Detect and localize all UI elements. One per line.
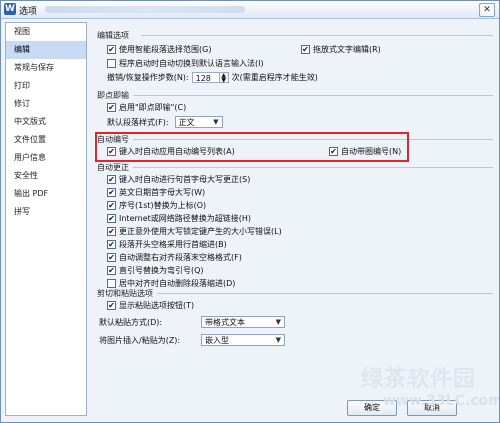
watermark-url: www.33LC.com [383, 393, 500, 409]
ime-default-option[interactable]: 程序启动时自动切换到默认语言输入法(I) [107, 58, 264, 69]
default-paste-label: 默认粘贴方式(D): [99, 317, 163, 327]
sidebar-item-user-info[interactable]: 用户信息 [6, 149, 86, 167]
red-highlight-box [95, 132, 409, 162]
autocorrect-item[interactable]: ✔ 直引号替换为弯引号(Q) [107, 265, 204, 276]
section-header-autocorrect: 自动更正 [97, 163, 129, 172]
autocorrect-label: Internet或网络路径替换为超链接(H) [119, 214, 252, 223]
close-icon: ✕ [483, 5, 491, 15]
default-paste-row: 默认粘贴方式(D): 带格式文本 ▼ [99, 316, 285, 328]
checkbox-checked-icon[interactable]: ✔ [107, 266, 116, 275]
smart-select-option[interactable]: ✔ 使用智能段落选择范围(G) [107, 44, 211, 55]
checkbox-checked-icon[interactable]: ✔ [107, 175, 116, 184]
dialog-title: 选项 [19, 7, 38, 17]
default-style-label: 默认段落样式(F): [107, 117, 169, 127]
sidebar-item-print[interactable]: 打印 [6, 77, 86, 95]
undo-steps-label: 撤销/恢复操作步数(N): [107, 73, 189, 82]
checkbox-checked-icon[interactable]: ✔ [107, 45, 116, 54]
autocorrect-label: 自动调整右对齐段落末空格格式(F) [119, 253, 242, 262]
checkbox-checked-icon[interactable]: ✔ [107, 214, 116, 223]
options-dialog: W 选项 ✕ 视图 编辑 常规与保存 打印 修订 中文版式 文件位置 用户信息 … [0, 0, 500, 423]
show-paste-button-option[interactable]: ✔ 显示粘贴选项按钮(T) [107, 300, 194, 311]
image-insert-row: 将图片插入/粘贴为(Z): 嵌入型 ▼ [99, 334, 285, 346]
sidebar-item-spelling[interactable]: 拼写 [6, 203, 86, 221]
default-paste-select[interactable]: 带格式文本 ▼ [201, 316, 285, 328]
image-insert-select[interactable]: 嵌入型 ▼ [201, 334, 285, 346]
section-header-editing: 编辑选项 [97, 31, 129, 40]
undo-steps-row: 撤销/恢复操作步数(N): 128 ▲ ▼ 次(需重启程序才能生效) [107, 72, 318, 84]
checkbox-checked-icon[interactable]: ✔ [107, 253, 116, 262]
autocorrect-label: 直引号替换为弯引号(Q) [119, 266, 204, 275]
section-header-clipboard: 剪切和粘贴选项 [97, 289, 153, 298]
default-paste-value: 带格式文本 [205, 317, 245, 327]
sidebar-item-security[interactable]: 安全性 [6, 167, 86, 185]
undo-steps-note: 次(需重启程序才能生效) [231, 73, 318, 82]
default-style-value: 正文 [178, 117, 195, 127]
sidebar-item-view[interactable]: 视图 [6, 23, 86, 41]
undo-steps-spinner[interactable]: 128 ▲ ▼ [191, 72, 229, 84]
show-paste-button-label: 显示粘贴选项按钮(T) [119, 301, 195, 310]
checkbox-unchecked-icon[interactable] [107, 279, 116, 288]
checkbox-checked-icon[interactable]: ✔ [301, 45, 310, 54]
drag-drop-option[interactable]: ✔ 拖放式文字编辑(R) [301, 44, 381, 55]
autocorrect-label: 段落开头空格采用行首缩进(B) [119, 240, 227, 249]
checkbox-checked-icon[interactable]: ✔ [107, 103, 116, 112]
checkbox-unchecked-icon[interactable] [107, 59, 116, 68]
autocorrect-label: 英文日期首字母大写(W) [119, 188, 206, 197]
section-divider [157, 293, 493, 294]
dropdown-arrow-icon: ▼ [275, 318, 281, 326]
checkbox-checked-icon[interactable]: ✔ [107, 188, 116, 197]
options-category-list: 视图 编辑 常规与保存 打印 修订 中文版式 文件位置 用户信息 安全性 输出 … [5, 22, 87, 416]
default-style-row: 默认段落样式(F): 正文 ▼ [107, 116, 223, 128]
sidebar-item-file-location[interactable]: 文件位置 [6, 131, 86, 149]
autocorrect-section: 自动更正 ✔ 键入时自动进行句首字母大写更正(S) ✔ 英文日期首字母大写(W)… [97, 162, 493, 300]
autocorrect-item[interactable]: ✔ 段落开头空格采用行首缩进(B) [107, 239, 227, 250]
wps-writer-icon: W [4, 3, 16, 15]
dropdown-arrow-icon: ▼ [275, 336, 281, 344]
spinner-arrows-icon[interactable]: ▲ ▼ [219, 72, 229, 84]
click-type-section: 即点即输 ✔ 启用"即点即输"(C) 默认段落样式(F): 正文 ▼ [97, 90, 493, 130]
checkbox-checked-icon[interactable]: ✔ [107, 227, 116, 236]
section-divider [133, 95, 493, 96]
edit-options-panel: 编辑选项 ✔ 使用智能段落选择范围(G) ✔ 拖放式文字编辑(R) 程序启动时自… [89, 22, 493, 416]
autocorrect-item[interactable]: ✔ 更正意外使用大写锁定键产生的大小写错误(L) [107, 226, 282, 237]
default-style-select[interactable]: 正文 ▼ [174, 116, 223, 128]
undo-steps-value[interactable]: 128 [191, 72, 220, 83]
autocorrect-item[interactable]: ✔ Internet或网络路径替换为超链接(H) [107, 213, 251, 224]
smart-select-label: 使用智能段落选择范围(G) [119, 45, 212, 54]
image-insert-label: 将图片插入/粘贴为(Z): [99, 335, 181, 345]
blurred-title-region [45, 6, 245, 13]
sidebar-item-pdf-output[interactable]: 输出 PDF [6, 185, 86, 203]
autocorrect-label: 更正意外使用大写锁定键产生的大小写错误(L) [119, 227, 282, 236]
enable-click-type-label: 启用"即点即输"(C) [119, 103, 187, 112]
section-divider [141, 35, 493, 36]
close-button[interactable]: ✕ [479, 3, 495, 17]
section-divider [133, 167, 493, 168]
title-bar: W 选项 ✕ [1, 1, 499, 19]
autocorrect-item[interactable]: ✔ 自动调整右对齐段落末空格格式(F) [107, 252, 242, 263]
sidebar-item-general-save[interactable]: 常规与保存 [6, 59, 86, 77]
clipboard-section: 剪切和粘贴选项 ✔ 显示粘贴选项按钮(T) 默认粘贴方式(D): 带格式文本 ▼… [97, 288, 493, 358]
checkbox-checked-icon[interactable]: ✔ [107, 301, 116, 310]
sidebar-item-edit[interactable]: 编辑 [6, 41, 86, 59]
enable-click-type-option[interactable]: ✔ 启用"即点即输"(C) [107, 102, 186, 113]
dropdown-arrow-icon: ▼ [213, 118, 219, 126]
ime-default-label: 程序启动时自动切换到默认语言输入法(I) [119, 59, 264, 68]
checkbox-checked-icon[interactable]: ✔ [107, 240, 116, 249]
autocorrect-item[interactable]: ✔ 键入时自动进行句首字母大写更正(S) [107, 174, 250, 185]
autocorrect-item[interactable]: ✔ 英文日期首字母大写(W) [107, 187, 205, 198]
checkbox-checked-icon[interactable]: ✔ [107, 201, 116, 210]
autocorrect-label: 序号(1st)替换为上标(O) [119, 201, 207, 210]
drag-drop-label: 拖放式文字编辑(R) [313, 45, 381, 54]
autocorrect-item[interactable]: ✔ 序号(1st)替换为上标(O) [107, 200, 206, 211]
watermark-logo-text: 绿茶软件园 [361, 367, 477, 392]
sidebar-item-chinese-layout[interactable]: 中文版式 [6, 113, 86, 131]
image-insert-value: 嵌入型 [205, 335, 229, 345]
sidebar-item-revision[interactable]: 修订 [6, 95, 86, 113]
autocorrect-label: 键入时自动进行句首字母大写更正(S) [119, 175, 251, 184]
section-header-click-type: 即点即输 [97, 91, 129, 100]
editing-options-section: 编辑选项 ✔ 使用智能段落选择范围(G) ✔ 拖放式文字编辑(R) 程序启动时自… [97, 30, 493, 90]
